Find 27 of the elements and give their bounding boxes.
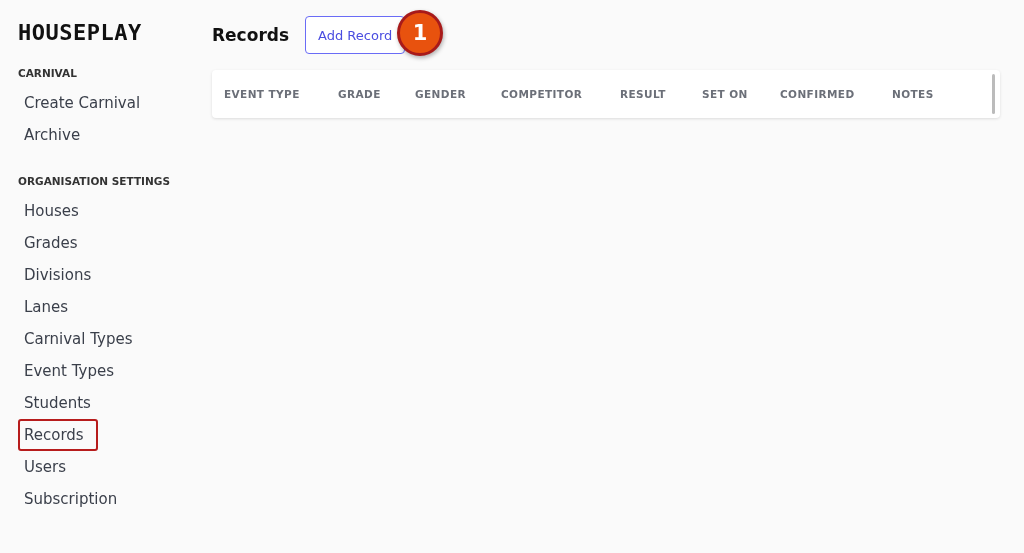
column-header: EVENT TYPE — [224, 88, 301, 100]
brand-logo: HOUSEPLAY — [18, 20, 143, 45]
sidebar-item[interactable]: Records — [18, 419, 98, 451]
page-title: Records — [212, 25, 290, 45]
sidebar-item[interactable]: Create Carnival — [18, 87, 147, 119]
scrollbar — [992, 74, 995, 114]
sidebar-item[interactable]: Event Types — [18, 355, 120, 387]
sidebar-item[interactable]: Divisions — [18, 259, 98, 291]
sidebar-item[interactable]: Lanes — [18, 291, 75, 323]
add-record-button[interactable]: Add Record — [305, 16, 406, 54]
sidebar-item[interactable]: Students — [18, 387, 97, 419]
column-header: CONFIRMED — [780, 88, 856, 100]
sidebar-item[interactable]: Subscription — [18, 483, 124, 515]
step-marker: 1 — [397, 10, 444, 56]
column-header: COMPETITOR — [501, 88, 584, 100]
column-header: GRADE — [338, 88, 382, 100]
column-header: SET ON — [702, 88, 749, 100]
sidebar-item[interactable]: Grades — [18, 227, 84, 259]
sidebar-item[interactable]: Houses — [18, 195, 85, 227]
column-header: GENDER — [415, 88, 467, 100]
sidebar-item[interactable]: Archive — [18, 119, 87, 151]
section-heading: CARNIVAL — [18, 67, 77, 79]
sidebar-item[interactable]: Carnival Types — [18, 323, 139, 355]
section-heading: ORGANISATION SETTINGS — [18, 175, 170, 187]
column-header: RESULT — [620, 88, 667, 100]
column-header: NOTES — [892, 88, 935, 100]
sidebar-item[interactable]: Users — [18, 451, 72, 483]
